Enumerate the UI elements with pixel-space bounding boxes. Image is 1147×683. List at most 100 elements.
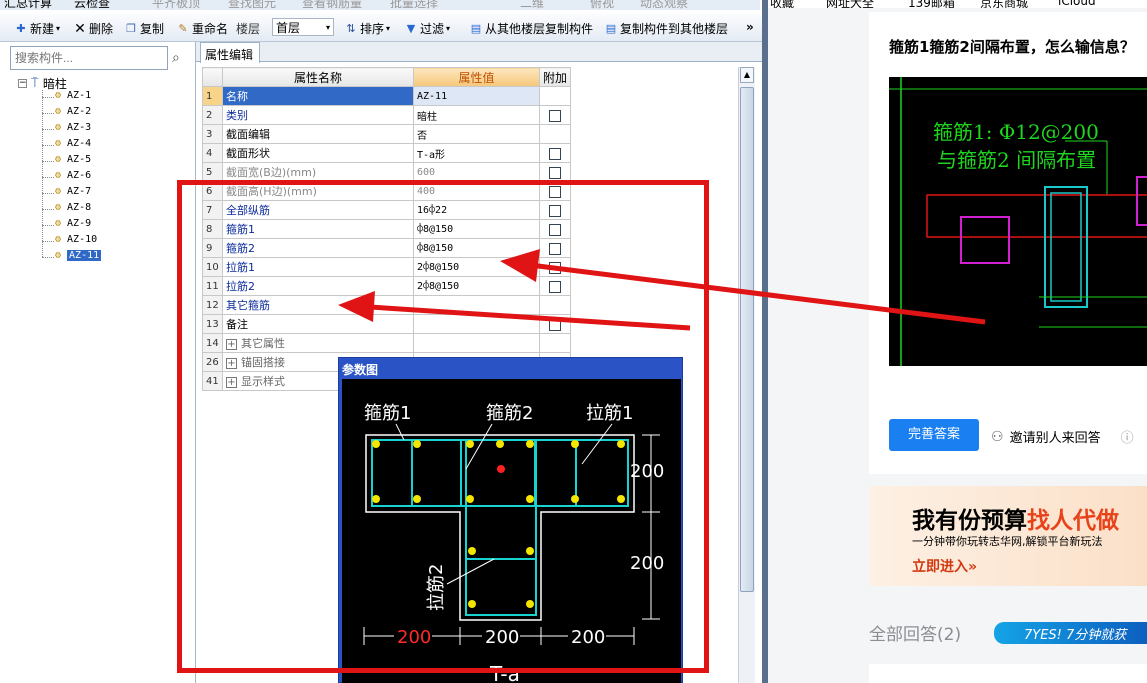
tree-item-label: AZ-10 [67, 234, 98, 245]
row-number: 4 [202, 143, 223, 163]
rename-button[interactable]: ✎ 重命名 [176, 20, 228, 37]
topbar-item[interactable]: 查找图元 [228, 0, 276, 10]
search-input[interactable] [10, 46, 168, 70]
complete-answer-button[interactable]: 完善答案 [889, 419, 979, 451]
component-tree-panel: ⌕ − ⍑ 暗柱 [0, 42, 196, 683]
topbar-item[interactable]: 俯视 [590, 0, 614, 10]
new-icon: ✚ [16, 21, 26, 35]
ad-banner[interactable]: 我有份预算找人代做 一分钟带你玩转志华网,解锁平台新玩法 立即进入» [869, 486, 1147, 586]
question-title[interactable]: 箍筋1箍筋2间隔布置，怎么输信息？ [889, 36, 1135, 57]
floor-select[interactable]: 首层 ▾ [272, 18, 334, 36]
info-icon[interactable]: ⓘ [1121, 427, 1134, 446]
property-value-cell[interactable]: 600 [413, 162, 540, 182]
copy-to-floor-button[interactable]: ▤ 复制构件到其他楼层 [604, 20, 728, 37]
tree-item-label: AZ-9 [67, 218, 92, 229]
user-icon: ⚇ [991, 428, 1004, 445]
bookmark[interactable]: 网址大全 [826, 0, 874, 8]
sort-button[interactable]: ⇅ 排序 ▾ [344, 20, 390, 37]
promo-banner[interactable]: 7YES! 7分钟就获 [994, 622, 1147, 644]
tree-item-label: AZ-2 [67, 106, 92, 117]
bookmark[interactable]: 139邮箱 [908, 0, 955, 8]
scroll-up-icon[interactable]: ▲ [740, 67, 754, 83]
tree-item[interactable]: ⚙ AZ-8 [55, 202, 91, 213]
component-icon: ⚙ [55, 186, 62, 197]
grid-row[interactable]: 1 名称 AZ-11 [202, 86, 572, 106]
component-icon: ⚙ [55, 234, 62, 245]
topbar-item[interactable]: 动态观察 [640, 0, 688, 10]
tab-property-edit[interactable]: 属性编辑 [200, 42, 260, 63]
scroll-thumb[interactable] [740, 87, 754, 592]
tree-item[interactable]: ⚙ AZ-4 [55, 138, 91, 149]
tree-item[interactable]: ⚙ AZ-1 [55, 90, 91, 101]
property-name: 类别 [226, 109, 248, 122]
answer-card [869, 664, 1147, 683]
row-number: 5 [202, 162, 223, 182]
topbar-item[interactable]: 汇总计算 [4, 0, 52, 10]
property-value-cell[interactable]: T-a形 [413, 143, 540, 163]
property-name-cell[interactable]: 截面宽(B边)(mm) [222, 162, 414, 182]
extra-cell [538, 162, 572, 182]
property-name-cell[interactable]: 类别 [222, 105, 414, 125]
row-number: 3 [202, 124, 223, 144]
property-value-cell[interactable]: 否 [413, 124, 540, 144]
tree-item[interactable]: ⚙ AZ-6 [55, 170, 91, 181]
tree-item[interactable]: ⚙ AZ-2 [55, 106, 91, 117]
ad-cta[interactable]: 立即进入» [912, 556, 977, 576]
property-value-cell[interactable]: AZ-11 [413, 86, 540, 106]
grid-row[interactable]: 3 截面编辑 否 [202, 124, 572, 144]
invite-link[interactable]: ⚇ 邀请别人来回答 ⓘ [991, 427, 1134, 447]
copy-from-floor-button[interactable]: ▤ 从其他楼层复制构件 [469, 20, 593, 37]
question-image[interactable]: 箍筋1: Φ12@200 与箍筋2 间隔布置 [889, 77, 1147, 366]
more-button[interactable]: » [746, 20, 754, 34]
tree-item-label: AZ-6 [67, 170, 92, 181]
property-name-cell[interactable]: 名称 [222, 86, 414, 106]
tree-item-label: AZ-3 [67, 122, 92, 133]
property-name-cell[interactable]: 截面形状 [222, 143, 414, 163]
grid-row[interactable]: 4 截面形状 T-a形 [202, 143, 572, 163]
filter-icon: ▼ [406, 21, 416, 35]
extra-cell [538, 143, 572, 163]
delete-button[interactable]: ✕ 删除 [73, 20, 113, 37]
image-text-1: 箍筋1: Φ12@200 [933, 120, 1099, 144]
bookmark[interactable]: 收藏 [770, 0, 794, 8]
tree-item[interactable]: ⚙ AZ-11 [55, 250, 102, 261]
extra-cell [538, 124, 572, 144]
tree-item[interactable]: ⚙ AZ-5 [55, 154, 91, 165]
grid-row[interactable]: 5 截面宽(B边)(mm) 600 [202, 162, 572, 182]
tree-item-label: AZ-4 [67, 138, 92, 149]
property-value-cell[interactable]: 暗柱 [413, 105, 540, 125]
tree-item[interactable]: ⚙ AZ-9 [55, 218, 91, 229]
header-property-value[interactable]: 属性值 [413, 67, 540, 87]
grid-row[interactable]: 2 类别 暗柱 [202, 105, 572, 125]
bookmark[interactable]: 京东商城 [980, 0, 1028, 8]
new-button[interactable]: ✚ 新建 ▾ [14, 20, 60, 37]
search-icon[interactable]: ⌕ [172, 50, 188, 66]
property-name: 截面形状 [226, 147, 270, 160]
topbar-item[interactable]: 查看钢筋量 [302, 0, 362, 10]
extra-cell [538, 105, 572, 125]
tree-item[interactable]: ⚙ AZ-7 [55, 186, 91, 197]
bookmark[interactable]: iCloud [1058, 0, 1096, 8]
topbar-item[interactable]: 二维 [520, 0, 544, 10]
vertical-scrollbar[interactable]: ▲ [738, 67, 755, 683]
floor-label: 楼层 [236, 22, 261, 36]
cad-screenshot: 箍筋1: Φ12@200 与箍筋2 间隔布置 [889, 77, 1147, 366]
topbar-item[interactable]: 平齐板顶 [152, 0, 200, 10]
component-icon: ⚙ [55, 218, 62, 229]
collapse-icon[interactable]: − [18, 79, 27, 88]
tree-item[interactable]: ⚙ AZ-3 [55, 122, 91, 133]
copy-button[interactable]: ❐ 复制 [124, 20, 164, 37]
property-name-cell[interactable]: 截面编辑 [222, 124, 414, 144]
extra-checkbox[interactable] [549, 147, 561, 160]
tree-item[interactable]: ⚙ AZ-10 [55, 234, 97, 245]
topbar-item[interactable]: 云检查 [74, 0, 110, 10]
component-icon: ⚙ [55, 250, 62, 261]
bookmark-bar: 收藏 网址大全 139邮箱 京东商城 iCloud [768, 0, 1147, 8]
extra-checkbox[interactable] [549, 109, 561, 122]
header-property-name[interactable]: 属性名称 [222, 67, 414, 87]
topbar-item[interactable]: 批量选择 [390, 0, 438, 10]
header-extra[interactable]: 附加 [538, 67, 572, 87]
sort-icon: ⇅ [346, 21, 356, 35]
filter-button[interactable]: ▼ 过滤 ▾ [404, 20, 450, 37]
extra-checkbox[interactable] [549, 166, 561, 179]
